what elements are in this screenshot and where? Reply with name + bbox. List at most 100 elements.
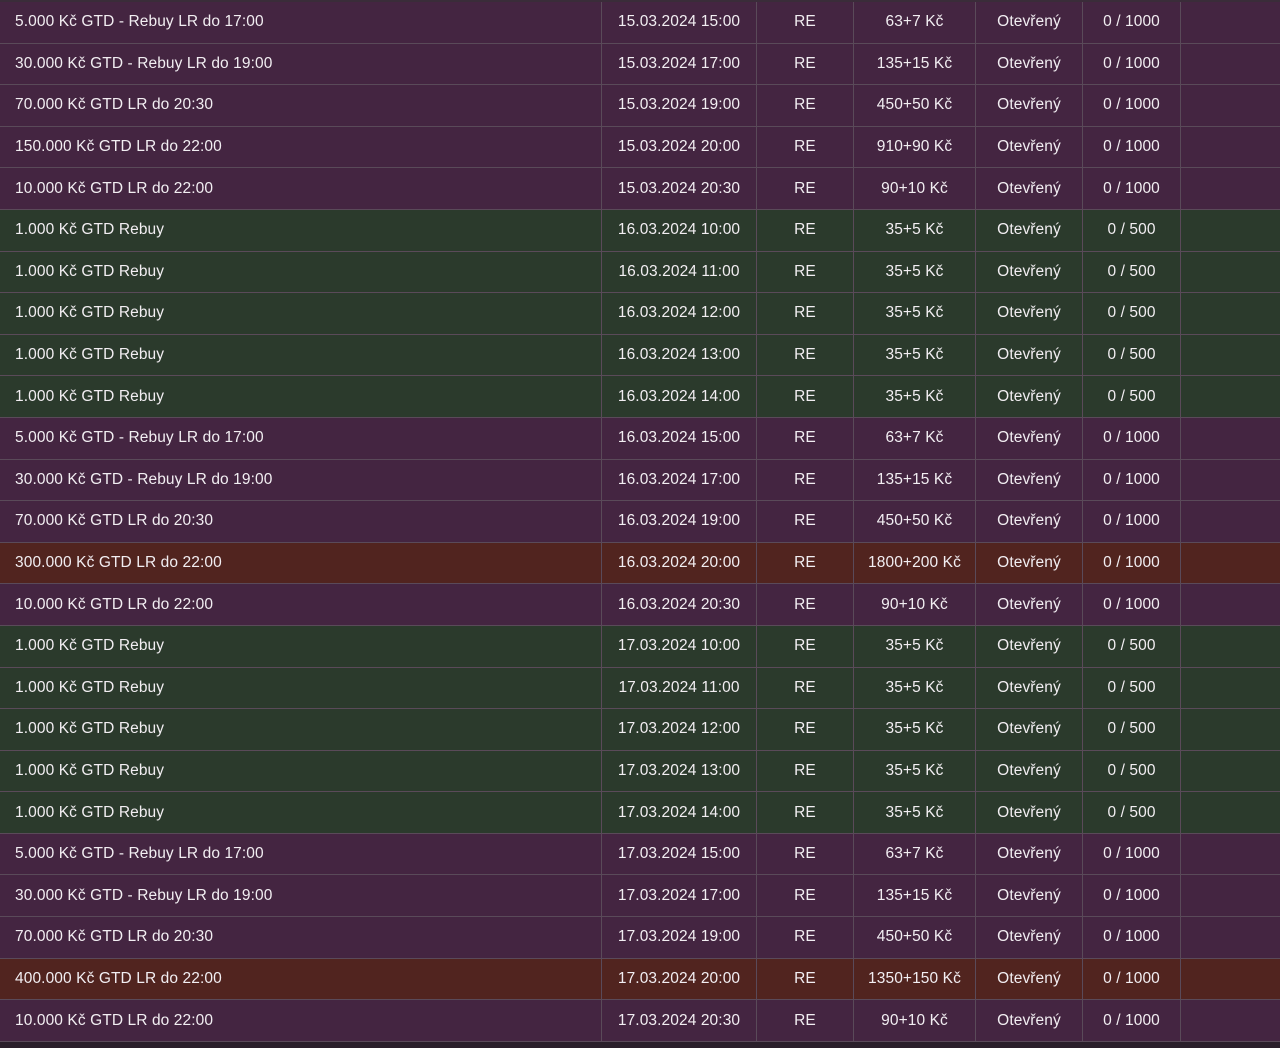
tournament-name: 1.000 Kč GTD Rebuy (0, 625, 602, 667)
tournament-type: RE (757, 792, 854, 833)
tournament-seats: 0 / 1000 (1083, 417, 1181, 459)
tournament-status: Otevřený (976, 293, 1083, 334)
tournament-buyin: 1350+150 Kč (854, 958, 976, 1000)
tournament-seats: 0 / 500 (1083, 376, 1181, 417)
row-spacer (1181, 751, 1280, 792)
tournament-buyin: 35+5 Kč (854, 750, 976, 792)
tournament-status: Otevřený (976, 501, 1083, 542)
table-row[interactable]: 70.000 Kč GTD LR do 20:30 16.03.2024 19:0… (0, 501, 1280, 543)
tournament-buyin: 450+50 Kč (854, 85, 976, 126)
table-row[interactable]: 1.000 Kč GTD Rebuy 16.03.2024 14:00 RE 35+5… (0, 376, 1280, 418)
table-row[interactable]: 1.000 Kč GTD Rebuy 16.03.2024 13:00 RE 35+5… (0, 334, 1280, 377)
tournament-start-time: 17.03.2024 11:00 (602, 667, 757, 709)
tournament-start-time: 16.03.2024 19:00 (602, 501, 757, 542)
tournament-buyin: 135+15 Kč (854, 459, 976, 501)
tournament-status: Otevřený (976, 2, 1083, 43)
tournament-status: Otevřený (976, 334, 1083, 376)
tournament-buyin: 63+7 Kč (854, 2, 976, 43)
row-spacer (1181, 626, 1280, 667)
row-spacer (1181, 959, 1280, 1000)
tournament-buyin: 35+5 Kč (854, 209, 976, 251)
table-row[interactable]: 5.000 Kč GTD - Rebuy LR do 17:00 16.03.20… (0, 417, 1280, 460)
tournament-status: Otevřený (976, 958, 1083, 1000)
table-row[interactable]: 1.000 Kč GTD Rebuy 16.03.2024 11:00 RE 35+5… (0, 251, 1280, 294)
table-row[interactable]: 10.000 Kč GTD LR do 22:00 15.03.2024 20:3… (0, 168, 1280, 210)
tournament-start-time: 17.03.2024 20:30 (602, 1000, 757, 1041)
tournament-buyin: 1800+200 Kč (854, 542, 976, 584)
tournament-start-time: 17.03.2024 14:00 (602, 792, 757, 833)
tournament-name: 70.000 Kč GTD LR do 20:30 (0, 501, 602, 542)
tournament-status: Otevřený (976, 875, 1083, 917)
tournament-seats: 0 / 500 (1083, 251, 1181, 293)
tournament-type: RE (757, 43, 854, 85)
tournament-seats: 0 / 500 (1083, 625, 1181, 667)
tournament-type: RE (757, 293, 854, 334)
tournament-seats: 0 / 500 (1083, 792, 1181, 833)
tournament-buyin: 135+15 Kč (854, 43, 976, 85)
table-row[interactable]: 10.000 Kč GTD LR do 22:00 17.03.2024 20:3… (0, 1000, 1280, 1042)
table-row[interactable]: 10.000 Kč GTD LR do 22:00 16.03.2024 20:3… (0, 584, 1280, 626)
tournament-seats: 0 / 1000 (1083, 584, 1181, 625)
table-row[interactable]: 30.000 Kč GTD - Rebuy LR do 19:00 17.03.2… (0, 875, 1280, 918)
tournament-status: Otevřený (976, 209, 1083, 251)
tournament-seats: 0 / 1000 (1083, 85, 1181, 126)
tournament-seats: 0 / 500 (1083, 750, 1181, 792)
tournament-type: RE (757, 1000, 854, 1041)
table-row[interactable]: 1.000 Kč GTD Rebuy 16.03.2024 10:00 RE 35+5… (0, 209, 1280, 252)
tournament-name: 1.000 Kč GTD Rebuy (0, 750, 602, 792)
table-row[interactable]: 1.000 Kč GTD Rebuy 16.03.2024 12:00 RE 35+5… (0, 293, 1280, 335)
table-row[interactable]: 150.000 Kč GTD LR do 22:00 15.03.2024 20:… (0, 126, 1280, 169)
tournament-seats: 0 / 1000 (1083, 459, 1181, 501)
tournament-type: RE (757, 542, 854, 584)
tournament-status: Otevřený (976, 709, 1083, 750)
tournament-start-time: 17.03.2024 20:00 (602, 958, 757, 1000)
table-row[interactable]: 400.000 Kč GTD LR do 22:00 17.03.2024 20:… (0, 958, 1280, 1001)
table-row[interactable]: 1.000 Kč GTD Rebuy 17.03.2024 12:00 RE 35+5… (0, 709, 1280, 751)
tournament-status: Otevřený (976, 417, 1083, 459)
table-row[interactable]: 70.000 Kč GTD LR do 20:30 15.03.2024 19:0… (0, 85, 1280, 127)
tournament-name: 1.000 Kč GTD Rebuy (0, 792, 602, 833)
tournament-name: 70.000 Kč GTD LR do 20:30 (0, 85, 602, 126)
tournament-name: 1.000 Kč GTD Rebuy (0, 334, 602, 376)
table-row[interactable]: 5.000 Kč GTD - Rebuy LR do 17:00 15.03.20… (0, 2, 1280, 44)
tournament-status: Otevřený (976, 1000, 1083, 1041)
row-spacer (1181, 834, 1280, 875)
tournament-buyin: 450+50 Kč (854, 917, 976, 958)
table-row[interactable]: 1.000 Kč GTD Rebuy 17.03.2024 10:00 RE 35+5… (0, 625, 1280, 668)
table-row[interactable]: 30.000 Kč GTD - Rebuy LR do 19:00 16.03.2… (0, 459, 1280, 502)
table-row[interactable]: 1.000 Kč GTD Rebuy 17.03.2024 14:00 RE 35+5… (0, 792, 1280, 834)
tournament-status: Otevřený (976, 750, 1083, 792)
tournament-type: RE (757, 917, 854, 958)
tournament-name: 1.000 Kč GTD Rebuy (0, 376, 602, 417)
tournament-buyin: 35+5 Kč (854, 709, 976, 750)
table-row[interactable]: 1.000 Kč GTD Rebuy 17.03.2024 11:00 RE 35+5… (0, 667, 1280, 710)
tournament-name: 30.000 Kč GTD - Rebuy LR do 19:00 (0, 875, 602, 917)
tournament-type: RE (757, 376, 854, 417)
tournament-status: Otevřený (976, 833, 1083, 875)
tournament-name: 30.000 Kč GTD - Rebuy LR do 19:00 (0, 43, 602, 85)
row-spacer (1181, 252, 1280, 293)
tournament-type: RE (757, 209, 854, 251)
tournament-start-time: 16.03.2024 14:00 (602, 376, 757, 417)
tournament-seats: 0 / 500 (1083, 293, 1181, 334)
table-row[interactable]: 30.000 Kč GTD - Rebuy LR do 19:00 15.03.2… (0, 43, 1280, 86)
table-row[interactable]: 1.000 Kč GTD Rebuy 17.03.2024 13:00 RE 35+5… (0, 750, 1280, 793)
row-spacer (1181, 460, 1280, 501)
tournament-name: 10.000 Kč GTD LR do 22:00 (0, 168, 602, 209)
row-spacer (1181, 584, 1280, 625)
table-row[interactable]: 300.000 Kč GTD LR do 22:00 16.03.2024 20:… (0, 542, 1280, 585)
tournament-type: RE (757, 459, 854, 501)
tournament-start-time: 16.03.2024 17:00 (602, 459, 757, 501)
tournament-seats: 0 / 1000 (1083, 958, 1181, 1000)
table-row[interactable]: 70.000 Kč GTD LR do 20:30 17.03.2024 19:0… (0, 917, 1280, 959)
tournament-start-time: 17.03.2024 17:00 (602, 875, 757, 917)
table-row[interactable]: 5.000 Kč GTD - Rebuy LR do 17:00 17.03.20… (0, 833, 1280, 876)
tournament-start-time: 16.03.2024 12:00 (602, 293, 757, 334)
tournament-status: Otevřený (976, 542, 1083, 584)
tournament-type: RE (757, 584, 854, 625)
tournament-buyin: 450+50 Kč (854, 501, 976, 542)
tournament-name: 1.000 Kč GTD Rebuy (0, 251, 602, 293)
row-spacer (1181, 418, 1280, 459)
tournament-name: 1.000 Kč GTD Rebuy (0, 293, 602, 334)
tournament-seats: 0 / 500 (1083, 667, 1181, 709)
